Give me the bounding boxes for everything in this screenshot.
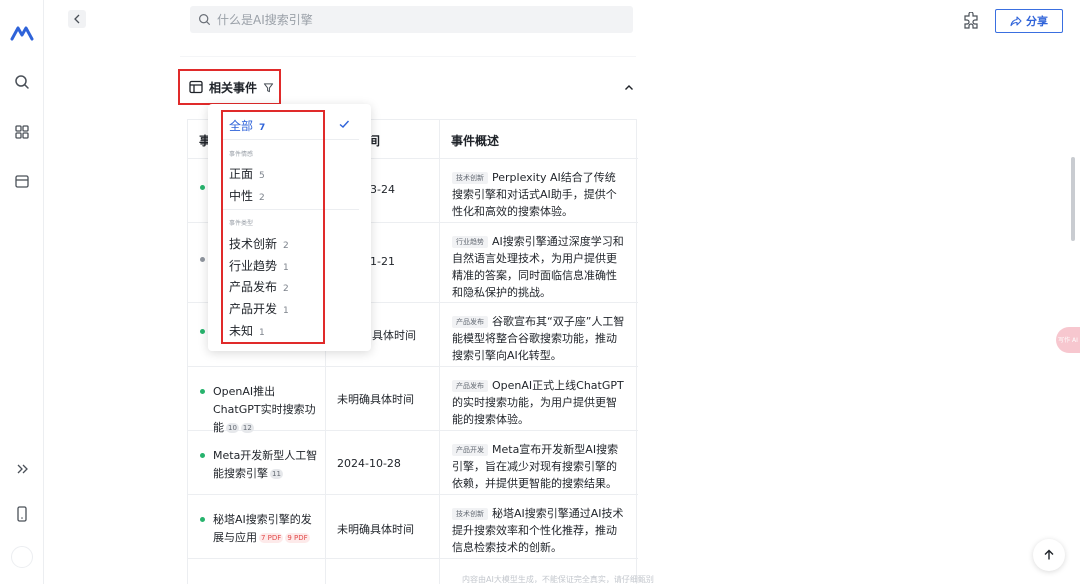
filter-option-count: 2 <box>283 241 289 251</box>
logo-icon[interactable] <box>10 21 34 45</box>
ai-disclaimer: 内容由AI大模型生成，不能保证完全真实，请仔细甄别 <box>462 575 654 584</box>
table-row[interactable]: Meta开发新型人工智能搜索引擎 11 2024-10-28 产品开发 Meta宣布… <box>188 431 638 495</box>
filter-option-label: 技术创新 <box>229 237 278 251</box>
writing-assistant-tab[interactable]: 写作 AI <box>1056 327 1080 353</box>
arrow-up-icon <box>1044 549 1054 560</box>
event-summary: 产品发布 谷歌宣布其“双子座”人工智能模型将整合谷歌搜索功能，推动搜索引擎向AI化… <box>452 313 626 364</box>
filter-option-all[interactable]: 全部 7 <box>229 117 265 134</box>
event-time: 具体时间 <box>372 329 416 342</box>
filter-option-count: 2 <box>259 193 265 203</box>
filter-option-industry-trend[interactable]: 行业趋势 1 <box>229 257 289 274</box>
event-tag: 行业趋势 <box>452 236 488 248</box>
filter-option-count: 2 <box>283 284 289 294</box>
filter-option-count: 1 <box>283 263 289 273</box>
table-row[interactable]: OpenAI推出ChatGPT实时搜索功能 10 12 未明确具体时间 产品发布 Op… <box>188 367 638 434</box>
filter-option-count: 1 <box>283 306 289 316</box>
section-title: 相关事件 <box>209 80 258 95</box>
header-summary: 事件概述 <box>451 134 500 148</box>
chevron-up-icon <box>625 85 633 90</box>
share-button[interactable]: 分享 <box>995 9 1063 33</box>
filter-option-label: 全部 <box>229 119 254 133</box>
filter-option-count: 7 <box>259 123 266 133</box>
related-events-header[interactable]: 相关事件 <box>178 69 281 105</box>
filter-option-product-development[interactable]: 产品开发 1 <box>229 300 289 317</box>
event-time: 1-21 <box>370 255 395 268</box>
back-button[interactable] <box>68 10 86 28</box>
event-summary: 技术创新 Perplexity AI结合了传统搜索引擎和对话式AI助手，提供个性化… <box>452 169 626 220</box>
filter-option-label: 产品开发 <box>229 302 278 316</box>
event-summary: 产品发布 OpenAI正式上线ChatGPT的实时搜索功能，为用户提供更智能的搜索… <box>452 377 626 428</box>
event-time: 3-24 <box>370 183 395 196</box>
filter-option-label: 未知 <box>229 324 254 338</box>
filter-group-type: 事件类型 <box>229 220 254 227</box>
filter-option-product-release[interactable]: 产品发布 2 <box>229 278 289 295</box>
search-icon[interactable] <box>10 70 34 94</box>
search-input[interactable] <box>217 12 617 27</box>
event-tag: 产品发布 <box>452 380 488 392</box>
chevron-left-icon <box>74 14 80 24</box>
event-time: 未明确具体时间 <box>337 393 414 406</box>
dropdown-divider <box>221 209 359 210</box>
sentiment-dot <box>200 453 205 458</box>
scroll-to-top-button[interactable] <box>1033 539 1065 571</box>
sentiment-dot <box>200 329 205 334</box>
sentiment-dot <box>200 257 205 262</box>
table-icon <box>189 80 203 94</box>
share-label: 分享 <box>1026 15 1048 28</box>
event-summary: 产品开发 Meta宣布开发新型AI搜索引擎，旨在减少对现有搜索引擎的依赖，并提供更… <box>452 441 626 492</box>
event-name-cell: 秘塔AI搜索引擎的发展与应用 7 PDF 9 PDF <box>200 511 322 547</box>
scrollbar[interactable] <box>1071 157 1075 241</box>
filter-option-label: 产品发布 <box>229 280 278 294</box>
filter-option-label: 行业趋势 <box>229 259 278 273</box>
event-summary: 技术创新 秘塔AI搜索引擎通过AI技术提升搜索效率和个性化推荐，推动信息检索技术的… <box>452 505 626 556</box>
avatar[interactable] <box>11 546 33 568</box>
sentiment-dot <box>200 185 205 190</box>
event-tag: 产品发布 <box>452 316 488 328</box>
filter-option-label: 正面 <box>229 167 254 181</box>
sidebar <box>0 0 44 584</box>
filter-option-unknown[interactable]: 未知 1 <box>229 322 265 339</box>
table-row[interactable]: 秘塔AI搜索引擎的发展与应用 7 PDF 9 PDF 未明确具体时间 技术创新 秘塔A… <box>188 495 638 559</box>
event-time: 未明确具体时间 <box>337 523 414 536</box>
app-root: 分享 相关事件 事 间 事件概述 3-24 技术创新Perplexity AI结… <box>0 0 1080 584</box>
event-tag: 技术创新 <box>452 172 488 184</box>
filter-option-count: 5 <box>259 171 265 181</box>
event-name-cell: Meta开发新型人工智能搜索引擎 11 <box>200 447 322 483</box>
collapse-button[interactable] <box>622 80 636 94</box>
sentiment-dot <box>200 389 205 394</box>
event-time: 2024-10-28 <box>337 457 401 470</box>
expand-sidebar-icon[interactable] <box>10 457 34 481</box>
filter-option-label: 中性 <box>229 189 254 203</box>
divider <box>180 56 636 57</box>
sentiment-dot <box>200 517 205 522</box>
pdf-citation-badge[interactable]: 7 PDF <box>259 533 284 543</box>
pdf-citation-badge[interactable]: 9 PDF <box>285 533 310 543</box>
plugin-icon[interactable] <box>962 11 980 30</box>
apps-grid-icon[interactable] <box>10 120 34 144</box>
filter-option-tech-innovation[interactable]: 技术创新 2 <box>229 235 289 252</box>
event-tag: 技术创新 <box>452 508 488 520</box>
event-summary: 行业趋势 AI搜索引擎通过深度学习和自然语言处理技术，为用户提供更精准的答案，同时… <box>452 233 626 301</box>
side-tab-label: 写作 AI <box>1058 336 1078 344</box>
mobile-app-icon[interactable] <box>10 502 34 526</box>
search-bar[interactable] <box>190 6 633 33</box>
filter-icon[interactable] <box>263 82 274 93</box>
share-icon <box>1010 16 1022 27</box>
filter-group-sentiment: 事件情感 <box>229 151 254 158</box>
search-icon <box>199 14 210 25</box>
citation-badge[interactable]: 11 <box>270 469 283 479</box>
event-tag: 产品开发 <box>452 444 488 456</box>
library-icon[interactable] <box>10 169 34 193</box>
check-icon <box>339 120 350 128</box>
event-name[interactable]: Meta开发新型人工智能搜索引擎 <box>213 449 317 480</box>
dropdown-divider <box>221 139 359 140</box>
filter-option-neutral[interactable]: 中性 2 <box>229 187 265 204</box>
event-name-cell: OpenAI推出ChatGPT实时搜索功能 10 12 <box>200 383 322 437</box>
filter-option-count: 1 <box>259 328 265 338</box>
filter-option-positive[interactable]: 正面 5 <box>229 165 265 182</box>
